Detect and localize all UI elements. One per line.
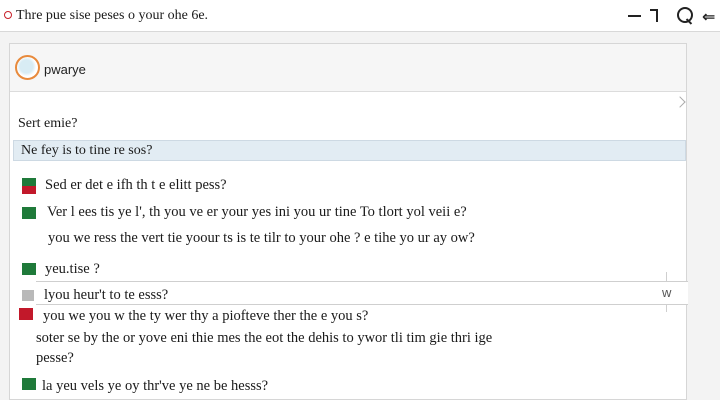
list-item-text: Sed er det e ifh th t e elitt pess? bbox=[45, 177, 227, 193]
status-marker-icon bbox=[22, 207, 36, 219]
status-marker-icon bbox=[22, 290, 34, 301]
list-item-text: you we ress the vert tie yoour ts is te … bbox=[48, 230, 475, 246]
list-item-selected[interactable]: lyou heur't to te esss? w bbox=[22, 281, 688, 305]
app-name: pwarye bbox=[44, 62, 86, 77]
window-title: Thre pue sise peses o your ohe 6e. bbox=[16, 8, 209, 23]
list-item-text: Ver l ees tis ye l', th you ve er your y… bbox=[47, 204, 467, 220]
back-icon[interactable]: ⇐ bbox=[702, 7, 715, 27]
list-item-text: la yeu vels ye oy thr've ye ne be hesss? bbox=[42, 378, 269, 394]
prompt-text: Sert emie? bbox=[18, 116, 78, 131]
status-marker-icon bbox=[22, 178, 36, 194]
list-item-text: lyou heur't to te esss? bbox=[44, 287, 169, 303]
app-logo-icon bbox=[15, 55, 40, 80]
list-item-text: pesse? bbox=[36, 350, 74, 366]
panel-header: pwarye bbox=[10, 44, 686, 92]
record-icon bbox=[4, 11, 12, 19]
window-titlebar: Thre pue sise peses o your ohe 6e. ⇐ bbox=[0, 0, 720, 32]
pin-icon[interactable] bbox=[650, 9, 658, 22]
status-marker-icon bbox=[22, 378, 36, 390]
list-item-text: yeu.tise ? bbox=[45, 261, 100, 277]
list-item-text: soter se by the or yove eni thie mes the… bbox=[36, 330, 493, 346]
search-input-text: Ne fey is to tine re sos? bbox=[21, 143, 153, 158]
minimize-button[interactable] bbox=[628, 9, 642, 23]
chat-panel: pwarye Sert emie? Ne fey is to tine re s… bbox=[9, 43, 688, 400]
chevron-right-icon[interactable] bbox=[674, 96, 686, 108]
search-input[interactable]: Ne fey is to tine re sos? bbox=[13, 140, 686, 161]
status-marker-icon bbox=[19, 308, 33, 320]
search-icon[interactable] bbox=[677, 7, 693, 25]
list-item-text: you we you w the ty wer thy a piofteve t… bbox=[43, 308, 369, 324]
row-action-icon[interactable]: w bbox=[662, 285, 671, 300]
status-marker-icon bbox=[22, 263, 36, 275]
